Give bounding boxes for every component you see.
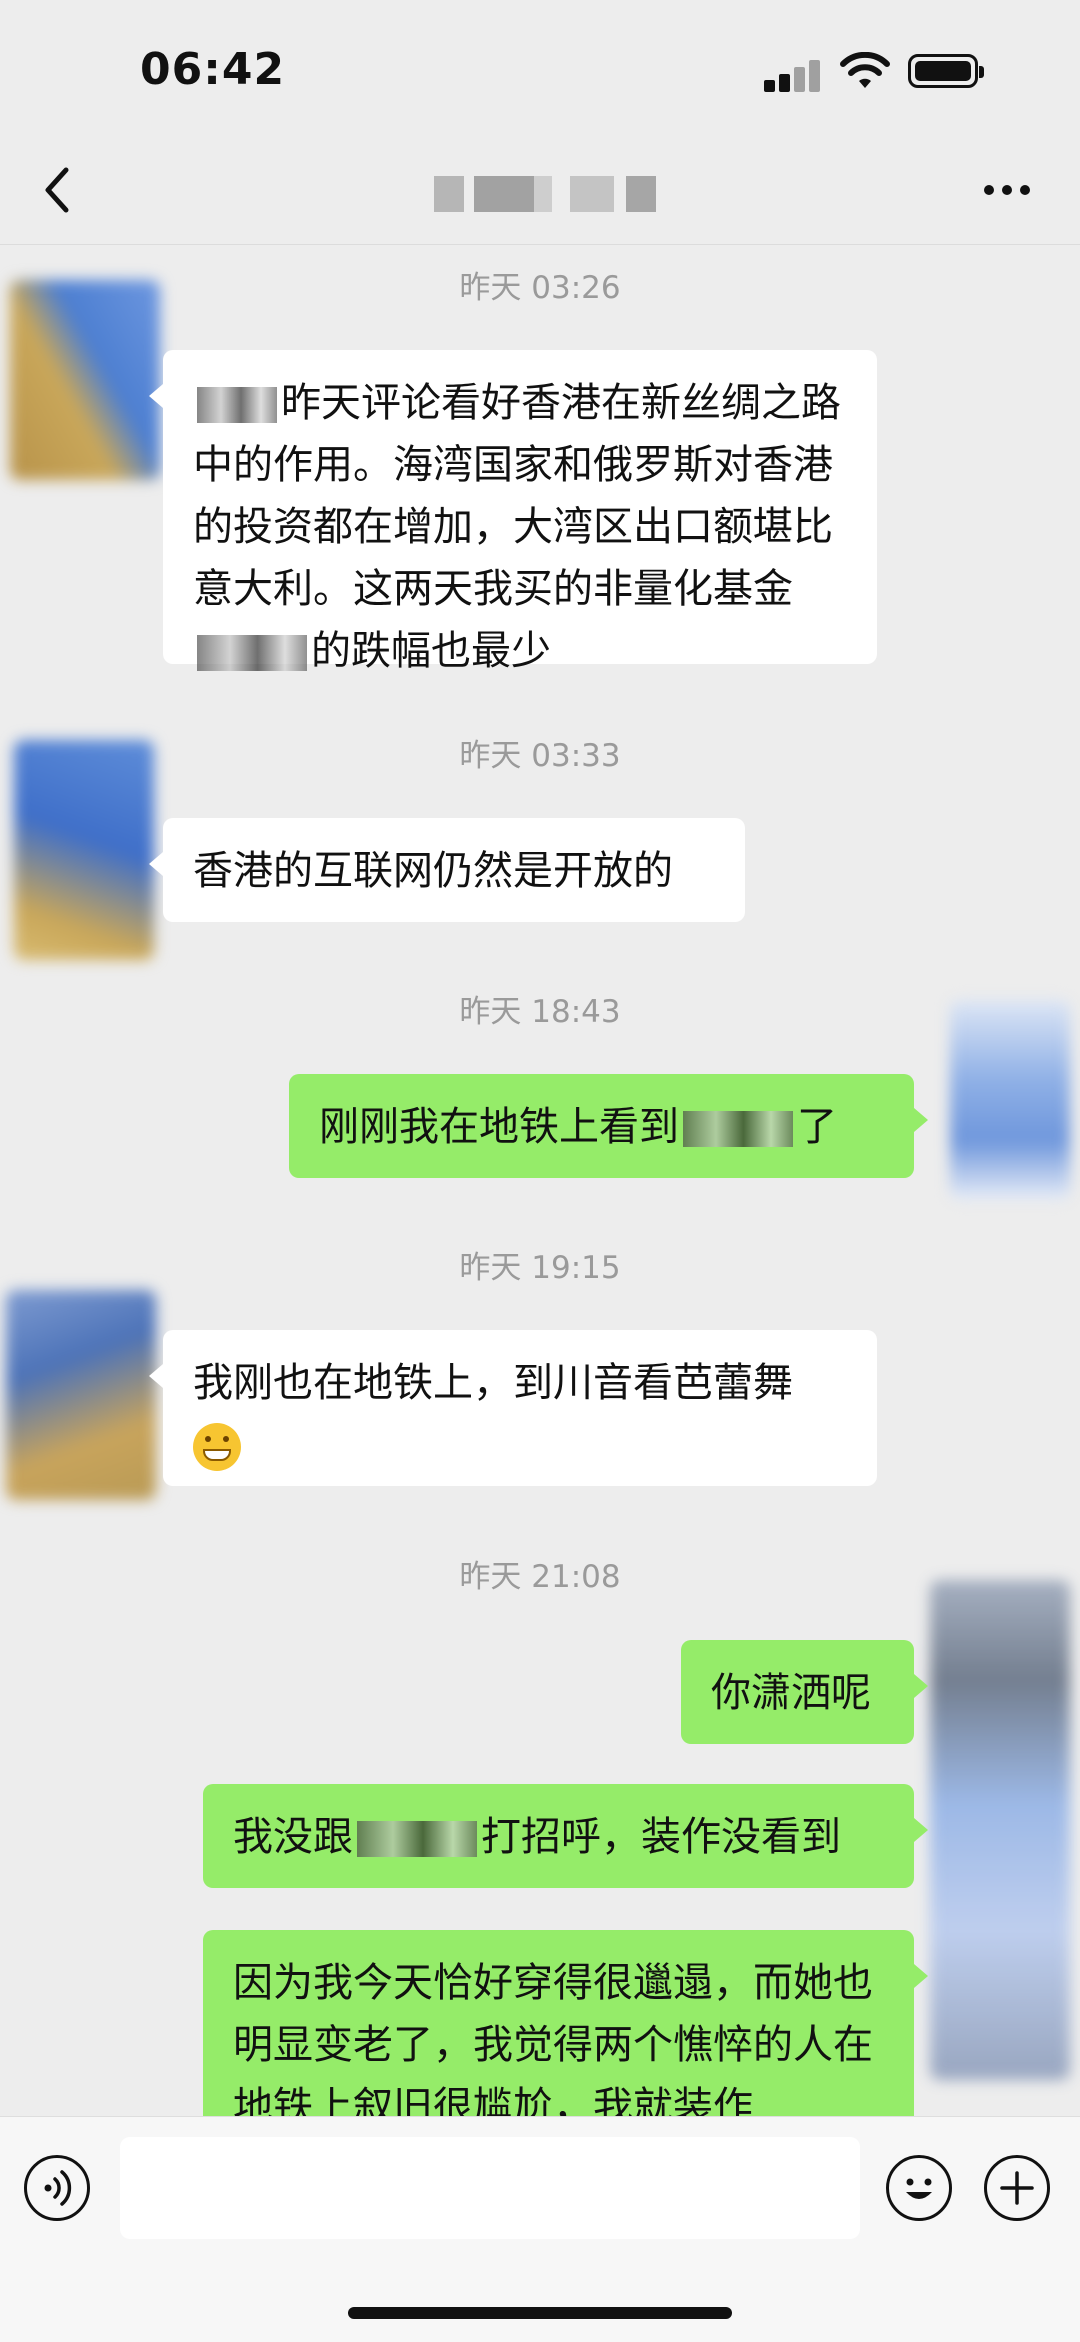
home-indicator[interactable] bbox=[348, 2307, 732, 2319]
chat-input-bar bbox=[0, 2116, 1080, 2342]
redacted-text bbox=[197, 635, 307, 671]
message-bubble-incoming[interactable]: 香港的互联网仍然是开放的 bbox=[149, 818, 745, 922]
message-bubble-outgoing[interactable]: 我没跟 打招呼，装作没看到 bbox=[203, 1784, 928, 1888]
timestamp: 昨天 18:43 bbox=[459, 994, 621, 1030]
timestamp: 昨天 03:26 bbox=[459, 270, 621, 306]
emoji-icon[interactable] bbox=[886, 2155, 952, 2221]
signal-icon bbox=[764, 58, 824, 92]
plus-icon[interactable] bbox=[984, 2155, 1050, 2221]
grin-emoji-icon bbox=[193, 1423, 241, 1471]
redacted-text bbox=[357, 1821, 477, 1857]
chat-title bbox=[430, 176, 660, 212]
my-avatar[interactable] bbox=[950, 1000, 1070, 1200]
avatar[interactable] bbox=[6, 1290, 156, 1500]
message-bubble-outgoing[interactable]: 刚刚我在地铁上看到了 bbox=[289, 1074, 928, 1178]
redacted-text bbox=[197, 387, 277, 423]
back-icon[interactable] bbox=[38, 162, 78, 218]
status-bar: 06:42 bbox=[0, 0, 1080, 140]
avatar[interactable] bbox=[10, 280, 160, 480]
battery-icon bbox=[908, 54, 984, 88]
timestamp: 昨天 19:15 bbox=[459, 1250, 621, 1286]
message-bubble-outgoing[interactable]: 你潇洒呢 bbox=[681, 1640, 928, 1744]
timestamp: 昨天 03:33 bbox=[459, 738, 621, 774]
my-avatar[interactable] bbox=[930, 1580, 1070, 2080]
wifi-icon bbox=[840, 52, 890, 88]
timestamp: 昨天 21:08 bbox=[459, 1559, 621, 1595]
avatar[interactable] bbox=[14, 740, 154, 960]
voice-icon[interactable] bbox=[24, 2155, 90, 2221]
chat-header bbox=[0, 140, 1080, 245]
message-bubble-incoming[interactable]: 昨天评论看好香港在新丝绸之路中的作用。海湾国家和俄罗斯对香港的投资都在增加，大湾… bbox=[149, 350, 877, 674]
status-time: 06:42 bbox=[140, 44, 286, 95]
message-input[interactable] bbox=[120, 2137, 860, 2239]
redacted-text bbox=[683, 1111, 793, 1147]
more-icon[interactable] bbox=[984, 180, 1034, 200]
message-bubble-incoming[interactable]: 我刚也在地铁上，到川音看芭蕾舞 bbox=[149, 1330, 877, 1486]
